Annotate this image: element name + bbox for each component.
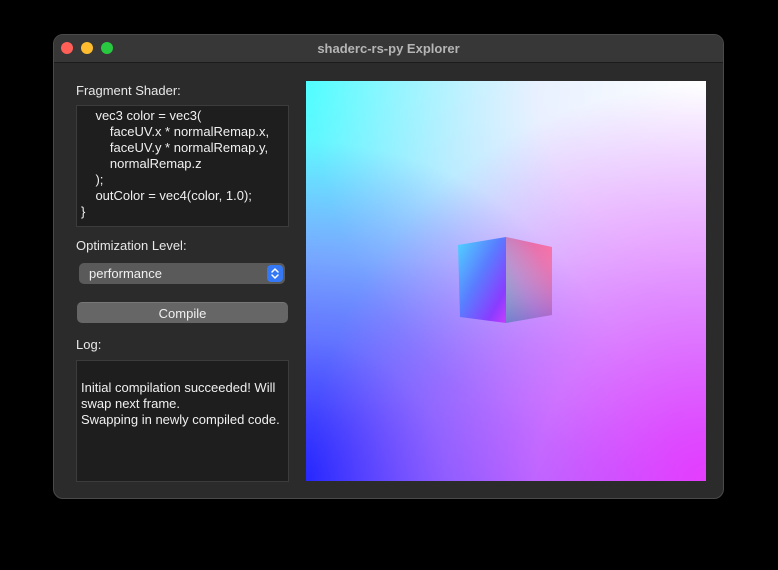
optimization-level-label: Optimization Level: xyxy=(76,238,187,253)
code-line: outColor = vec4(color, 1.0); xyxy=(81,188,252,203)
titlebar[interactable]: shaderc-rs-py Explorer xyxy=(54,35,723,63)
code-line: ); xyxy=(81,172,104,187)
code-line: } xyxy=(81,204,86,219)
app-window: shaderc-rs-py Explorer Fragment Shader: … xyxy=(53,34,724,499)
code-line: faceUV.x * normalRemap.x, xyxy=(81,124,270,139)
chevron-updown-icon xyxy=(267,265,283,282)
log-label: Log: xyxy=(76,337,102,352)
code-line: vec3 color = vec3( xyxy=(81,108,202,123)
code-line: normalRemap.z xyxy=(81,156,202,171)
shader-code-editor[interactable]: vec3 color = vec3( faceUV.x * normalRema… xyxy=(76,105,289,227)
window-title: shaderc-rs-py Explorer xyxy=(317,41,460,56)
fragment-shader-label: Fragment Shader: xyxy=(76,83,181,98)
log-output[interactable]: Initial compilation succeeded! Will swap… xyxy=(76,360,289,482)
rendered-cube xyxy=(458,237,552,323)
compile-button[interactable]: Compile xyxy=(77,302,288,323)
render-viewport[interactable] xyxy=(306,81,706,481)
code-line: faceUV.y * normalRemap.y, xyxy=(81,140,269,155)
optimization-level-value: performance xyxy=(89,266,162,281)
optimization-level-select[interactable]: performance xyxy=(79,263,285,284)
log-text: Initial compilation succeeded! Will swap… xyxy=(81,380,280,427)
